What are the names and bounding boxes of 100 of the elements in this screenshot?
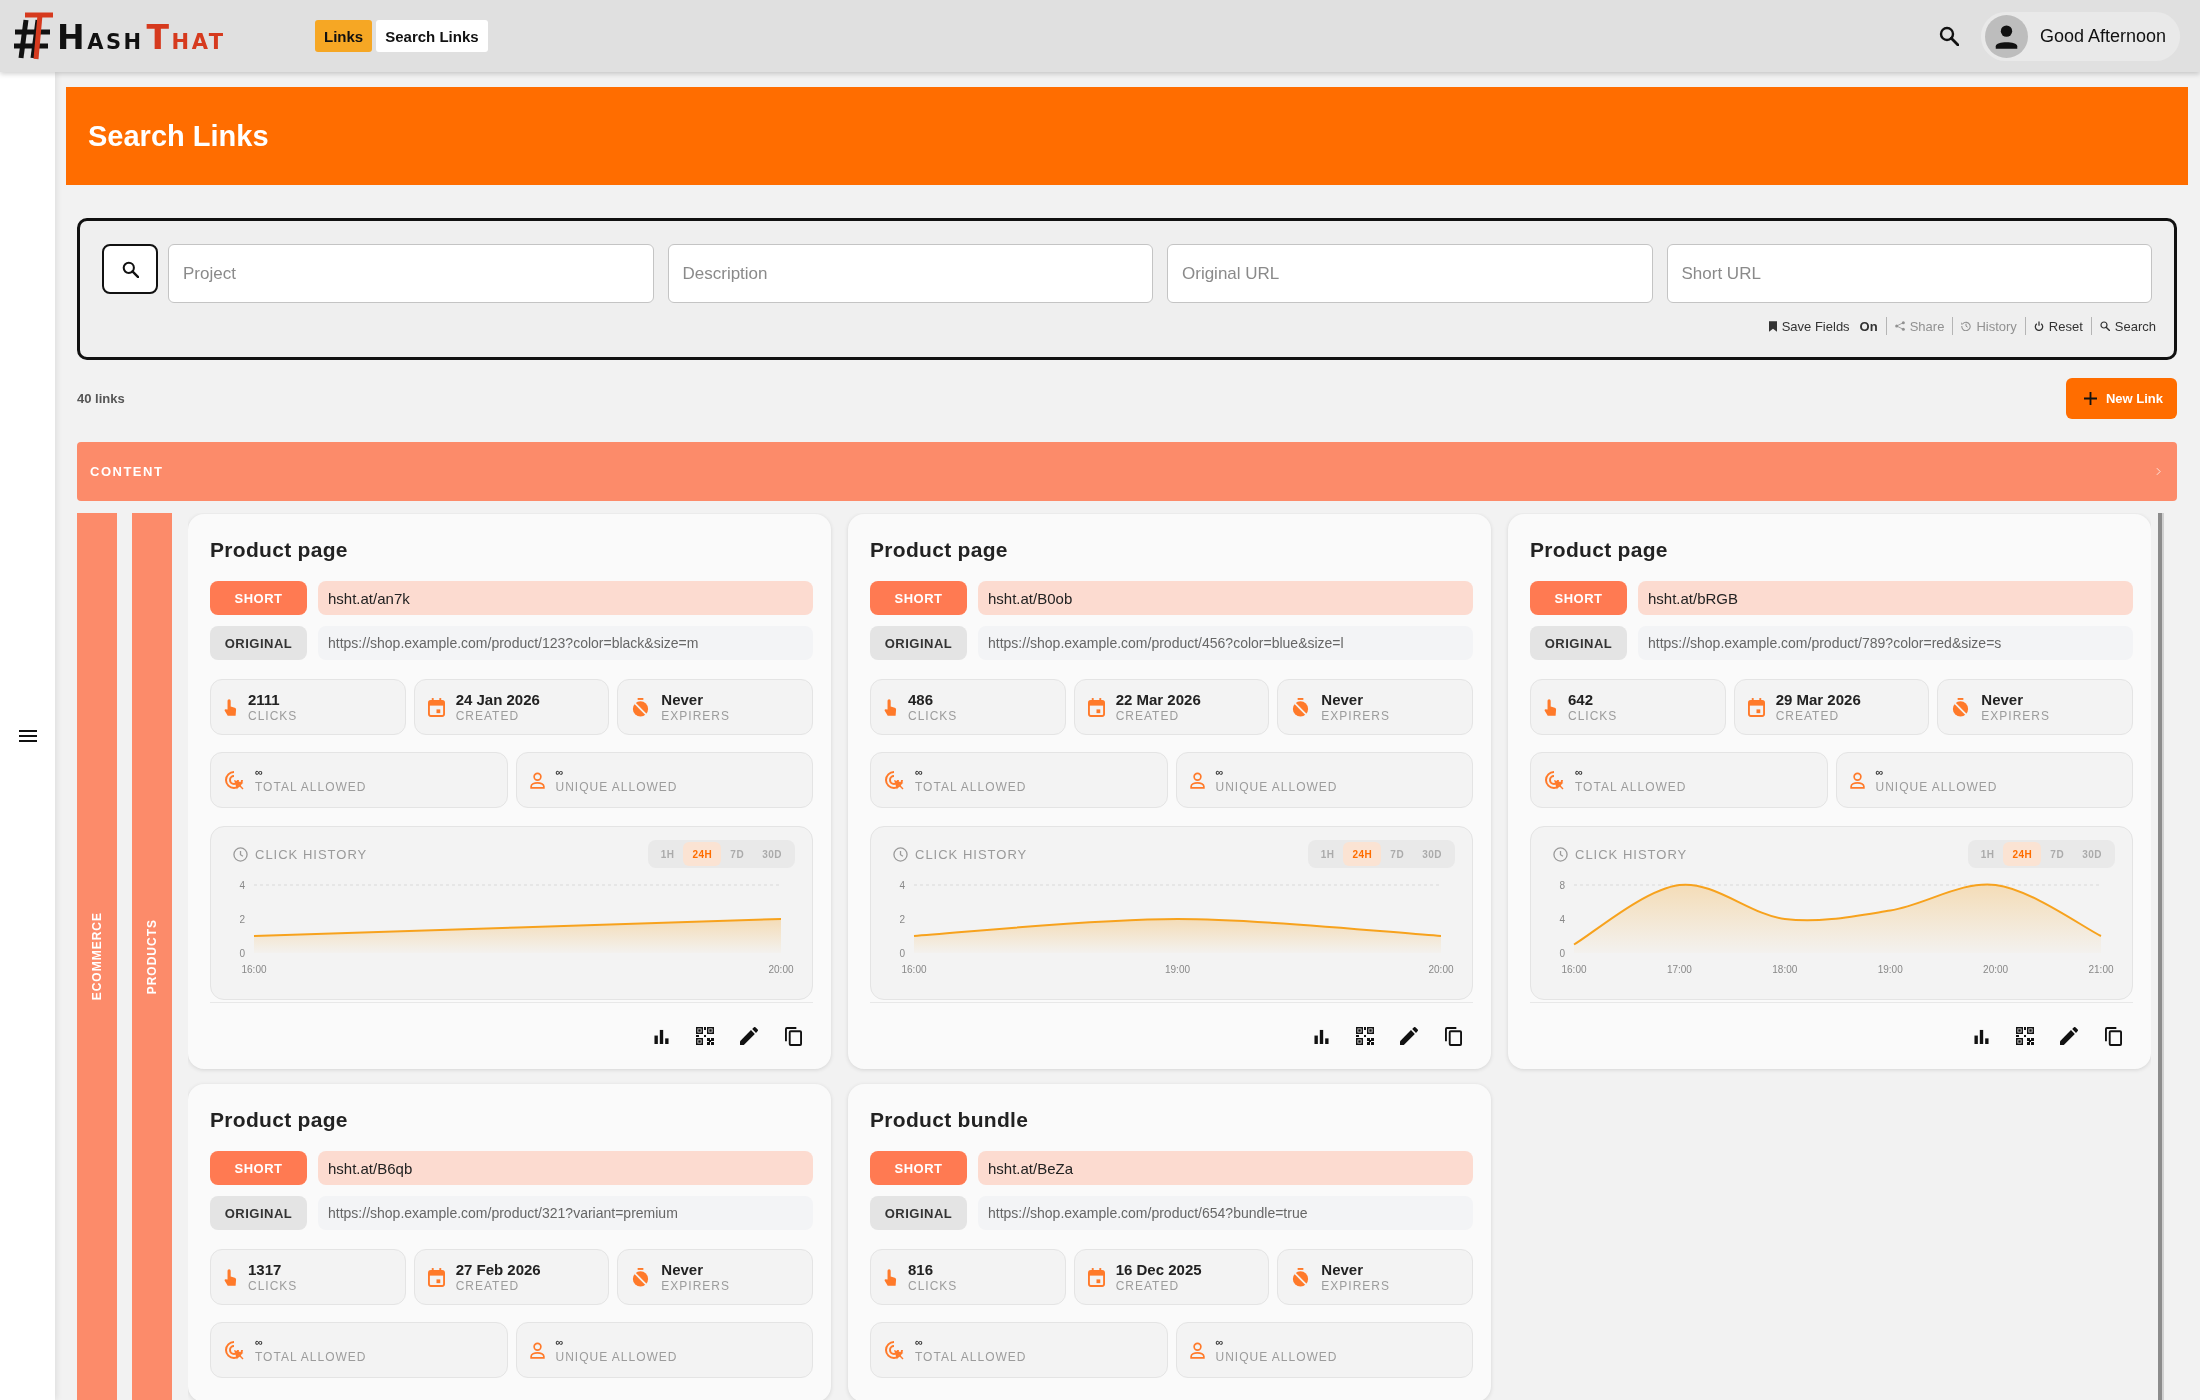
group-tab[interactable]: PRODUCTS <box>132 513 172 1400</box>
input-field[interactable]: Short URL <box>1666 244 2152 303</box>
avatar-icon <box>1984 14 2028 58</box>
card-title: Product page <box>210 537 349 563</box>
copy-button[interactable] <box>1442 1025 1464 1047</box>
stat-label: CREATED <box>1115 708 1181 724</box>
axis-label: 19:00 <box>1877 964 1903 975</box>
range-tab[interactable]: 7D <box>2041 842 2074 866</box>
timer-off-icon <box>631 1267 651 1287</box>
stat-label: CREATED <box>1775 708 1841 724</box>
axis-label: 18:00 <box>1772 964 1798 975</box>
axis-label: 0 <box>239 947 245 959</box>
range-tab[interactable]: 7D <box>721 842 754 866</box>
range-tab[interactable]: 30D <box>753 842 791 866</box>
card-title: Product page <box>210 1107 349 1133</box>
toolbar-button[interactable]: Search <box>2091 315 2164 337</box>
stat-label: CLICKS <box>248 708 298 724</box>
group-tab[interactable]: ECOMMERCE <box>77 513 117 1400</box>
search-button[interactable] <box>102 244 158 294</box>
toolbar-button[interactable]: Reset <box>2025 315 2091 337</box>
group-header[interactable]: CONTENT <box>77 442 2177 501</box>
stat-value: Never <box>661 1260 705 1278</box>
cursor-target-icon <box>884 1340 904 1360</box>
axis-label: 20:00 <box>1428 964 1454 975</box>
qr-code-button[interactable] <box>694 1025 716 1047</box>
plus-icon <box>2083 392 2097 405</box>
chart-title: CLICK HISTORY <box>915 846 1028 862</box>
copy-button[interactable] <box>782 1025 804 1047</box>
stat-value: 24 Jan 2026 <box>455 690 540 708</box>
range-tab[interactable]: 1H <box>651 842 684 866</box>
axis-label: 21:00 <box>2088 964 2114 975</box>
copy-button[interactable] <box>2102 1025 2124 1047</box>
stat-label: CLICKS <box>1568 708 1618 724</box>
range-tab[interactable]: 1H <box>1311 842 1344 866</box>
axis-label: 0 <box>1559 947 1565 959</box>
search-icon <box>2099 321 2110 331</box>
range-tab[interactable]: 24H <box>2003 842 2042 866</box>
pencil-icon <box>2060 1027 2078 1045</box>
bar-chart-icon <box>1973 1028 1989 1044</box>
axis-label: 16:00 <box>241 964 267 975</box>
logo-text: THAT <box>146 25 226 55</box>
new-link-button[interactable]: New Link <box>2065 378 2177 419</box>
stat-label: TOTAL ALLOWED <box>255 779 367 795</box>
power-icon <box>2033 321 2044 331</box>
finger-tap-icon <box>224 697 237 717</box>
stat-label: EXPIRERS <box>661 1278 730 1294</box>
edit-button[interactable] <box>1398 1025 1420 1047</box>
edit-button[interactable] <box>2058 1025 2080 1047</box>
input-field[interactable]: Description <box>667 244 1153 303</box>
menu-icon <box>18 730 37 742</box>
user-menu-button[interactable]: Good Afternoon <box>1980 11 2180 61</box>
url-type-label: ORIGINAL <box>210 626 307 660</box>
timer-off-icon <box>1291 1267 1311 1287</box>
cursor-target-icon <box>884 770 904 790</box>
qr-code-icon <box>2016 1027 2034 1045</box>
range-tab[interactable]: 7D <box>1381 842 1414 866</box>
stat-label: UNIQUE ALLOWED <box>555 779 678 795</box>
stat-value: 816 <box>908 1260 935 1278</box>
menu-button[interactable] <box>18 730 37 742</box>
nav-tab[interactable]: Links <box>315 20 373 52</box>
copy-icon <box>784 1026 802 1046</box>
stat-label: CREATED <box>1115 1278 1181 1294</box>
input-field[interactable]: Original URL <box>1167 244 1653 303</box>
original-url: https://shop.example.com/product/321?variant=premium <box>318 1196 813 1230</box>
range-tab[interactable]: 30D <box>2073 842 2111 866</box>
short-url: hsht.at/BeZa <box>978 1151 1473 1185</box>
finger-tap-icon <box>224 1267 237 1287</box>
toolbar-button[interactable]: Save Fields On <box>1760 315 1886 337</box>
range-tab[interactable]: 30D <box>1413 842 1451 866</box>
limit-value: ∞ <box>915 765 924 779</box>
stat-label: CREATED <box>455 708 521 724</box>
stat-label: EXPIRERS <box>1321 708 1390 724</box>
short-url: hsht.at/an7k <box>318 581 813 615</box>
nav-tab[interactable]: Search Links <box>376 20 488 52</box>
range-tab[interactable]: 24H <box>1343 842 1382 866</box>
copy-icon <box>2104 1026 2122 1046</box>
url-type-label: ORIGINAL <box>210 1196 307 1230</box>
stat-value: 642 <box>1568 690 1595 708</box>
share-icon <box>1894 321 1905 331</box>
range-tab[interactable]: 24H <box>683 842 722 866</box>
edit-button[interactable] <box>738 1025 760 1047</box>
qr-code-icon <box>1356 1027 1374 1045</box>
short-url: hsht.at/B6qb <box>318 1151 813 1185</box>
stat-value: Never <box>1321 1260 1365 1278</box>
limit-value: ∞ <box>1575 765 1584 779</box>
bar-chart-icon <box>1313 1028 1329 1044</box>
history-icon <box>1961 321 1972 331</box>
stat-value: Never <box>661 690 705 708</box>
stat-value: 2111 <box>248 690 281 708</box>
search-icon <box>1938 26 1959 46</box>
range-tab[interactable]: 1H <box>1971 842 2004 866</box>
qr-code-button[interactable] <box>1354 1025 1376 1047</box>
input-field[interactable]: Project <box>168 244 654 303</box>
chart-title: CLICK HISTORY <box>255 846 368 862</box>
search-button[interactable] <box>1938 26 1959 46</box>
qr-code-button[interactable] <box>2014 1025 2036 1047</box>
stat-label: TOTAL ALLOWED <box>255 1349 367 1365</box>
card-title: Product page <box>1530 537 1669 563</box>
person-icon <box>1189 1341 1205 1359</box>
axis-label: 4 <box>239 879 245 891</box>
